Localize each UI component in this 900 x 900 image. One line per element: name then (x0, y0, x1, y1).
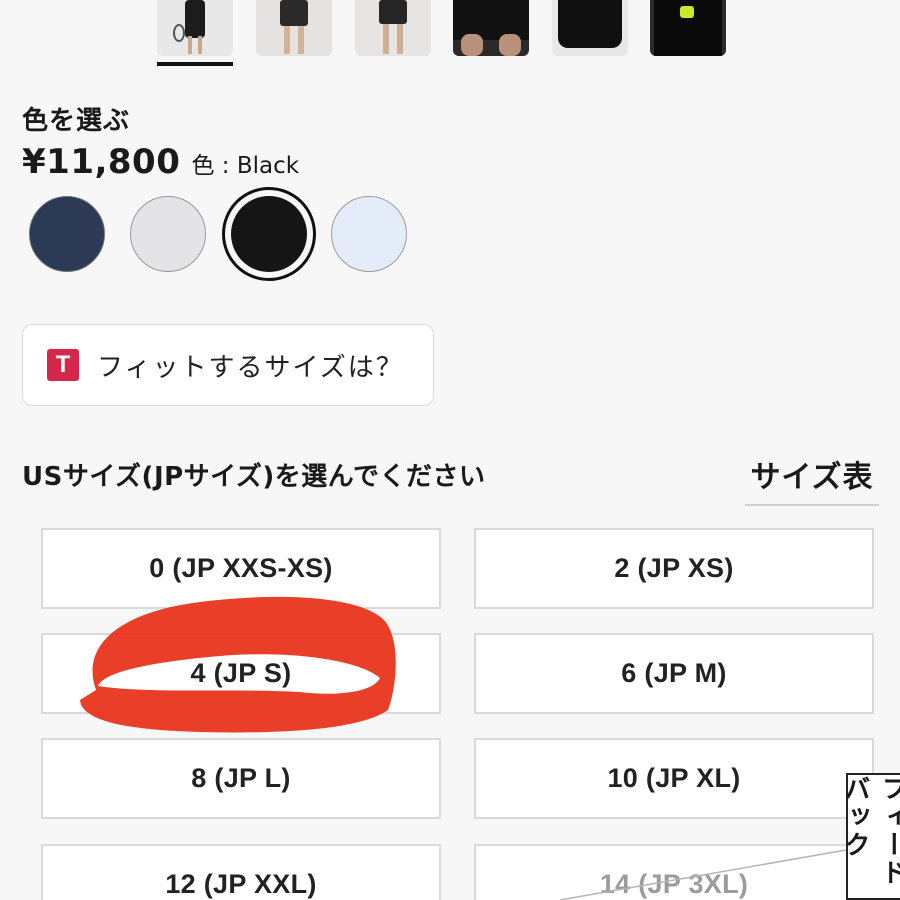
fit-size-label: フィットするサイズは？ (97, 352, 404, 383)
size-option-14: 14 (JP 3XL) (474, 844, 874, 900)
swatch-light-blue[interactable] (331, 196, 407, 272)
swatch-black[interactable] (222, 187, 316, 281)
swatch-light-gray[interactable] (130, 196, 206, 272)
size-option-6[interactable]: 6 (JP M) (474, 633, 874, 714)
size-option-0[interactable]: 0 (JP XXS-XS) (41, 528, 441, 609)
color-heading: 色を選ぶ (22, 106, 131, 136)
swatch-navy[interactable] (29, 196, 105, 272)
size-heading: USサイズ(JPサイズ)を選んでください (22, 462, 486, 492)
size-option-12[interactable]: 12 (JP XXL) (41, 844, 441, 900)
price: ¥11,800 (22, 142, 181, 182)
price-row: ¥11,800 色 : Black (22, 142, 299, 186)
size-option-4[interactable]: 4 (JP S) (41, 633, 441, 714)
color-label: 色 : (191, 153, 230, 179)
thumbnail-5[interactable] (552, 0, 628, 56)
fit-size-button[interactable]: T フィットするサイズは？ (22, 324, 434, 406)
size-option-2[interactable]: 2 (JP XS) (474, 528, 874, 609)
selected-thumbnail-indicator (157, 62, 233, 66)
fit-logo-icon: T (47, 349, 79, 381)
thumbnail-4[interactable] (453, 0, 529, 56)
thumbnail-strip (0, 0, 900, 70)
size-option-10[interactable]: 10 (JP XL) (474, 738, 874, 819)
size-chart-link[interactable]: サイズ表 (745, 452, 879, 506)
color-value: Black (229, 153, 300, 179)
thumbnail-3[interactable] (355, 0, 431, 56)
feedback-tab[interactable]: フィードバック (840, 773, 900, 900)
thumbnail-6[interactable] (650, 0, 726, 56)
size-option-8[interactable]: 8 (JP L) (41, 738, 441, 819)
thumbnail-2[interactable] (256, 0, 332, 56)
thumbnail-1[interactable] (157, 0, 233, 56)
